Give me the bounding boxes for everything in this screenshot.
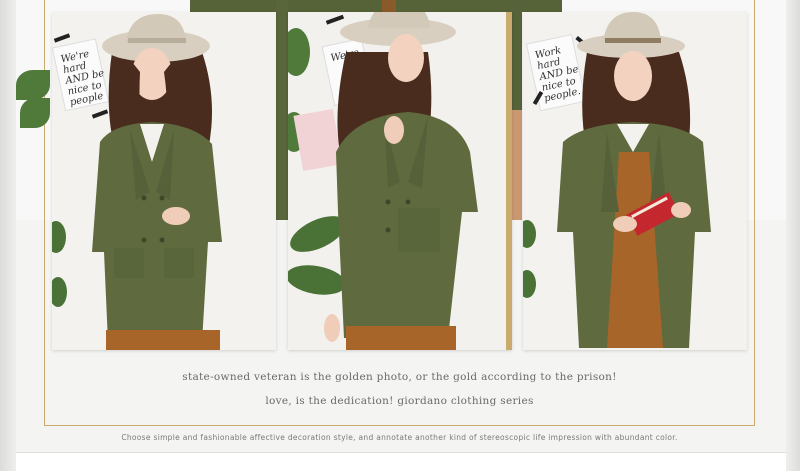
model-illustration-2: We're (288, 12, 512, 350)
left-edge-shadow (0, 0, 16, 471)
right-edge-shadow (786, 0, 800, 471)
caption-line-2: love, is the dedication! giordano clothi… (265, 395, 534, 407)
product-photo-3[interactable]: Work hard AND be nice to people. (523, 12, 747, 350)
product-photo-1[interactable]: We're hard AND be nice to people (52, 12, 276, 350)
leaf-decoration (16, 70, 50, 100)
caption-line-1: state-owned veteran is the golden photo,… (182, 371, 617, 383)
product-photo-2[interactable]: We're (288, 12, 512, 350)
leaf-decoration (20, 98, 50, 128)
bottom-strip (16, 452, 786, 471)
model-illustration-3: Work hard AND be nice to people. (523, 12, 747, 350)
caption-line-3: Choose simple and fashionable affective … (121, 433, 678, 442)
model-illustration-1: We're hard AND be nice to people (52, 12, 276, 350)
